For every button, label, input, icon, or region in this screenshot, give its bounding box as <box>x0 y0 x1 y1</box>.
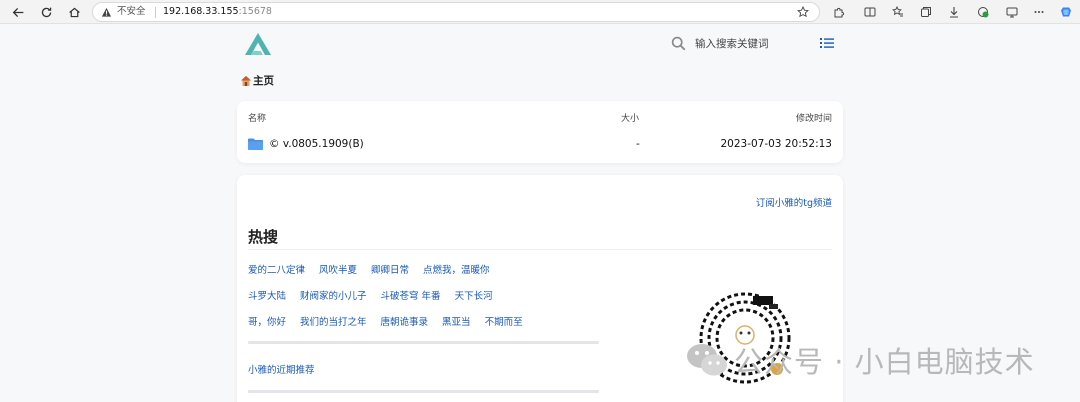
favorite-star-icon[interactable] <box>797 6 809 18</box>
column-header-name[interactable]: 名称 <box>248 111 266 124</box>
hot-link[interactable]: 哥，你好 <box>248 314 286 328</box>
hot-link[interactable]: 斗罗大陆 <box>248 288 286 302</box>
hot-link[interactable]: 风吹半夏 <box>319 262 357 276</box>
hot-link[interactable]: 卿卿日常 <box>371 262 409 276</box>
reload-icon <box>41 7 51 17</box>
hot-link[interactable]: 黑亚当 <box>442 314 471 328</box>
hot-link[interactable]: 爱的二八定律 <box>248 262 305 276</box>
home-button[interactable] <box>65 3 83 21</box>
file-list-card: 名称 大小 修改时间 © v.0805.1909(B) - 2023-07-03… <box>237 101 843 163</box>
wechat-icon <box>687 344 727 376</box>
section-divider <box>248 341 599 344</box>
collections-icon <box>921 7 931 17</box>
favorites-button[interactable] <box>890 4 906 20</box>
url-text: 192.168.33.155:15678 <box>163 3 272 21</box>
browser-toolbar: 不安全 192.168.33.155:15678 <box>0 0 1080 24</box>
breadcrumb-home[interactable]: 主页 <box>253 73 274 88</box>
column-header-size[interactable]: 大小 <box>621 111 639 124</box>
copilot-icon <box>1061 7 1071 17</box>
url-host: 192.168.33.155 <box>163 6 239 17</box>
downloads-button[interactable] <box>946 4 962 20</box>
tg-channel-link[interactable]: 订阅小雅的tg频道 <box>756 195 832 209</box>
folder-icon <box>248 138 263 150</box>
reload-button[interactable] <box>37 3 55 21</box>
hot-row-2: 斗罗大陆 财阀家的小儿子 斗破苍穹 年番 天下长河 <box>248 288 507 302</box>
address-separator <box>155 7 156 18</box>
screenshot-icon <box>1006 7 1018 18</box>
search-input[interactable]: 输入搜索关键词 <box>695 36 769 51</box>
hot-link[interactable]: 不期而至 <box>485 314 523 328</box>
hot-link[interactable]: 点燃我，温暖你 <box>423 262 490 276</box>
more-dots-icon <box>1034 11 1044 13</box>
address-bar[interactable]: 不安全 192.168.33.155:15678 <box>92 2 820 22</box>
split-screen-button[interactable] <box>862 4 878 20</box>
recent-recommend-link[interactable]: 小雅的近期推荐 <box>248 362 315 376</box>
page-content: 输入搜索关键词 主页 名称 大小 修改时间 © v.0805.1909(B) -… <box>0 25 1080 402</box>
hot-row-3: 哥，你好 我们的当打之年 唐朝诡事录 黑亚当 不期而至 <box>248 314 537 328</box>
screenshot-button[interactable] <box>1004 4 1020 20</box>
split-screen-icon <box>864 7 876 17</box>
back-button[interactable] <box>9 3 27 21</box>
favorites-list-icon <box>892 6 903 17</box>
hot-link[interactable]: 斗破苍穹 年番 <box>381 288 441 302</box>
extension-badge-icon <box>978 7 989 18</box>
file-name[interactable]: © v.0805.1909(B) <box>269 138 364 150</box>
search-icon[interactable] <box>671 36 686 51</box>
warning-icon <box>101 7 112 17</box>
hot-link[interactable]: 天下长河 <box>455 288 493 302</box>
arrow-left-icon <box>12 7 23 17</box>
section-divider <box>248 390 599 393</box>
breadcrumb[interactable]: 主页 <box>240 73 274 88</box>
column-header-modified[interactable]: 修改时间 <box>796 111 832 124</box>
hot-row-1: 爱的二八定律 风吹半夏 卿卿日常 点燃我，温暖你 <box>248 262 504 276</box>
hot-link[interactable]: 财阀家的小儿子 <box>300 288 367 302</box>
puzzle-icon <box>834 7 845 18</box>
hot-link[interactable]: 唐朝诡事录 <box>381 314 429 328</box>
house-icon <box>241 75 251 86</box>
more-options-button[interactable] <box>1031 4 1047 20</box>
watermark-text: 公众号 · 小白电脑技术 <box>734 345 1035 379</box>
menu-list-icon[interactable] <box>820 37 834 49</box>
security-label: 不安全 <box>117 6 146 17</box>
hot-link[interactable]: 我们的当打之年 <box>300 314 367 328</box>
title-divider <box>248 249 832 250</box>
copilot-button[interactable] <box>1058 4 1074 20</box>
collections-button[interactable] <box>918 4 934 20</box>
watermark-overlay: 公众号 · 小白电脑技术 <box>686 339 1035 381</box>
home-icon <box>68 7 80 17</box>
hot-search-title: 热搜 <box>248 228 279 246</box>
extensions-button[interactable] <box>831 4 847 20</box>
url-port: :15678 <box>238 6 272 17</box>
file-size: - <box>636 138 640 150</box>
download-icon <box>950 7 958 18</box>
file-modified: 2023-07-03 20:52:13 <box>720 138 832 150</box>
site-logo-icon[interactable] <box>244 32 272 56</box>
extension-green-button[interactable] <box>975 4 991 20</box>
